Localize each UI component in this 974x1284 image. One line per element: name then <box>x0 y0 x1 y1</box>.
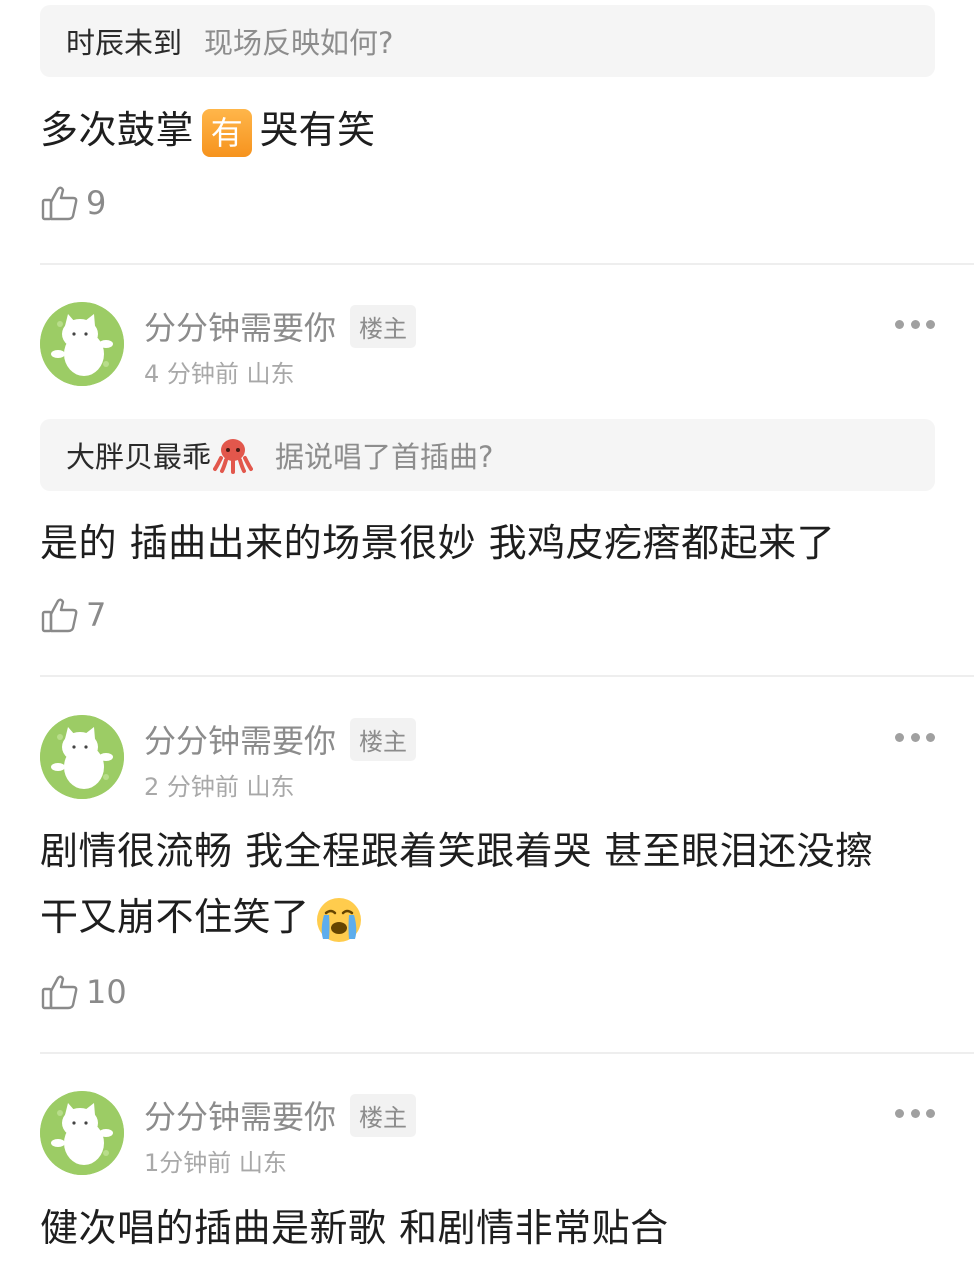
username-row: 分分钟需要你 楼主 <box>144 303 417 349</box>
avatar[interactable] <box>40 715 124 799</box>
more-dots-icon[interactable] <box>895 731 935 743</box>
like-count: 9 <box>86 184 107 222</box>
comment-meta: 1分钟前 山东 <box>144 1143 287 1178</box>
comment-location: 山东 <box>246 360 295 388</box>
comment-text-line: 剧情很流畅 我全程跟着笑跟着哭 甚至眼泪还没擦 <box>40 829 874 873</box>
avatar[interactable] <box>40 302 124 386</box>
divider <box>40 263 974 265</box>
like-button[interactable]: 7 <box>40 595 106 635</box>
username[interactable]: 分分钟需要你 <box>144 303 336 349</box>
username[interactable]: 分分钟需要你 <box>144 1092 336 1138</box>
op-badge: 楼主 <box>350 1093 417 1137</box>
like-button[interactable]: 10 <box>40 972 127 1012</box>
quoted-text: 据说唱了首插曲? <box>275 440 494 474</box>
thumbs-up-icon <box>41 186 78 221</box>
username-row: 分分钟需要你 楼主 <box>144 1092 417 1138</box>
thumbs-up-icon <box>41 975 78 1010</box>
quoted-reply[interactable]: 时辰未到 现场反映如何? <box>40 5 935 77</box>
avatar-cat-icon <box>40 302 124 386</box>
comment-location: 山东 <box>246 773 295 801</box>
like-count: 7 <box>86 596 107 634</box>
comment-text-part: 哭有笑 <box>260 108 376 152</box>
quoted-username[interactable]: 时辰未到 <box>66 20 182 62</box>
avatar-cat-icon <box>40 715 124 799</box>
comment-text: 是的 插曲出来的场景很妙 我鸡皮疙瘩都起来了 <box>40 521 836 565</box>
quoted-username[interactable]: 大胖贝最乖 <box>66 434 211 476</box>
divider <box>40 675 974 677</box>
comment-time: 4 分钟前 <box>144 360 239 388</box>
comment-meta: 4 分钟前 山东 <box>144 354 295 389</box>
comment-location: 山东 <box>238 1149 287 1177</box>
username-row: 分分钟需要你 楼主 <box>144 716 417 762</box>
comment-text-line: 干又崩不住笑了 <box>40 884 940 950</box>
comment-meta: 2 分钟前 山东 <box>144 767 295 802</box>
quoted-text: 现场反映如何? <box>204 26 394 60</box>
like-button[interactable]: 9 <box>40 183 106 223</box>
more-dots-icon[interactable] <box>895 318 935 330</box>
comment-time: 1分钟前 <box>144 1149 232 1177</box>
comment-text: 健次唱的插曲是新歌 和剧情非常贴合 <box>40 1206 669 1250</box>
loudly-crying-emoji-icon <box>316 897 361 942</box>
comment-text-part: 干又崩不住笑了 <box>40 895 310 939</box>
comment-text-part: 多次鼓掌 <box>40 108 195 152</box>
op-badge: 楼主 <box>350 717 417 761</box>
more-dots-icon[interactable] <box>895 1107 935 1119</box>
like-count: 10 <box>86 973 127 1011</box>
avatar[interactable] <box>40 1091 124 1175</box>
you-badge-icon: 有 <box>202 108 253 157</box>
comment-text: 多次鼓掌有哭有笑 <box>40 97 940 163</box>
op-badge: 楼主 <box>350 304 417 348</box>
avatar-cat-icon <box>40 1091 124 1175</box>
comment-time: 2 分钟前 <box>144 773 239 801</box>
comment-text: 剧情很流畅 我全程跟着笑跟着哭 甚至眼泪还没擦 干又崩不住笑了 <box>40 818 940 950</box>
thumbs-up-icon <box>41 598 78 633</box>
quoted-reply[interactable]: 大胖贝最乖 据说唱了首插曲? <box>40 419 935 491</box>
octopus-emoji-icon <box>213 439 254 474</box>
divider <box>40 1052 974 1054</box>
username[interactable]: 分分钟需要你 <box>144 716 336 762</box>
